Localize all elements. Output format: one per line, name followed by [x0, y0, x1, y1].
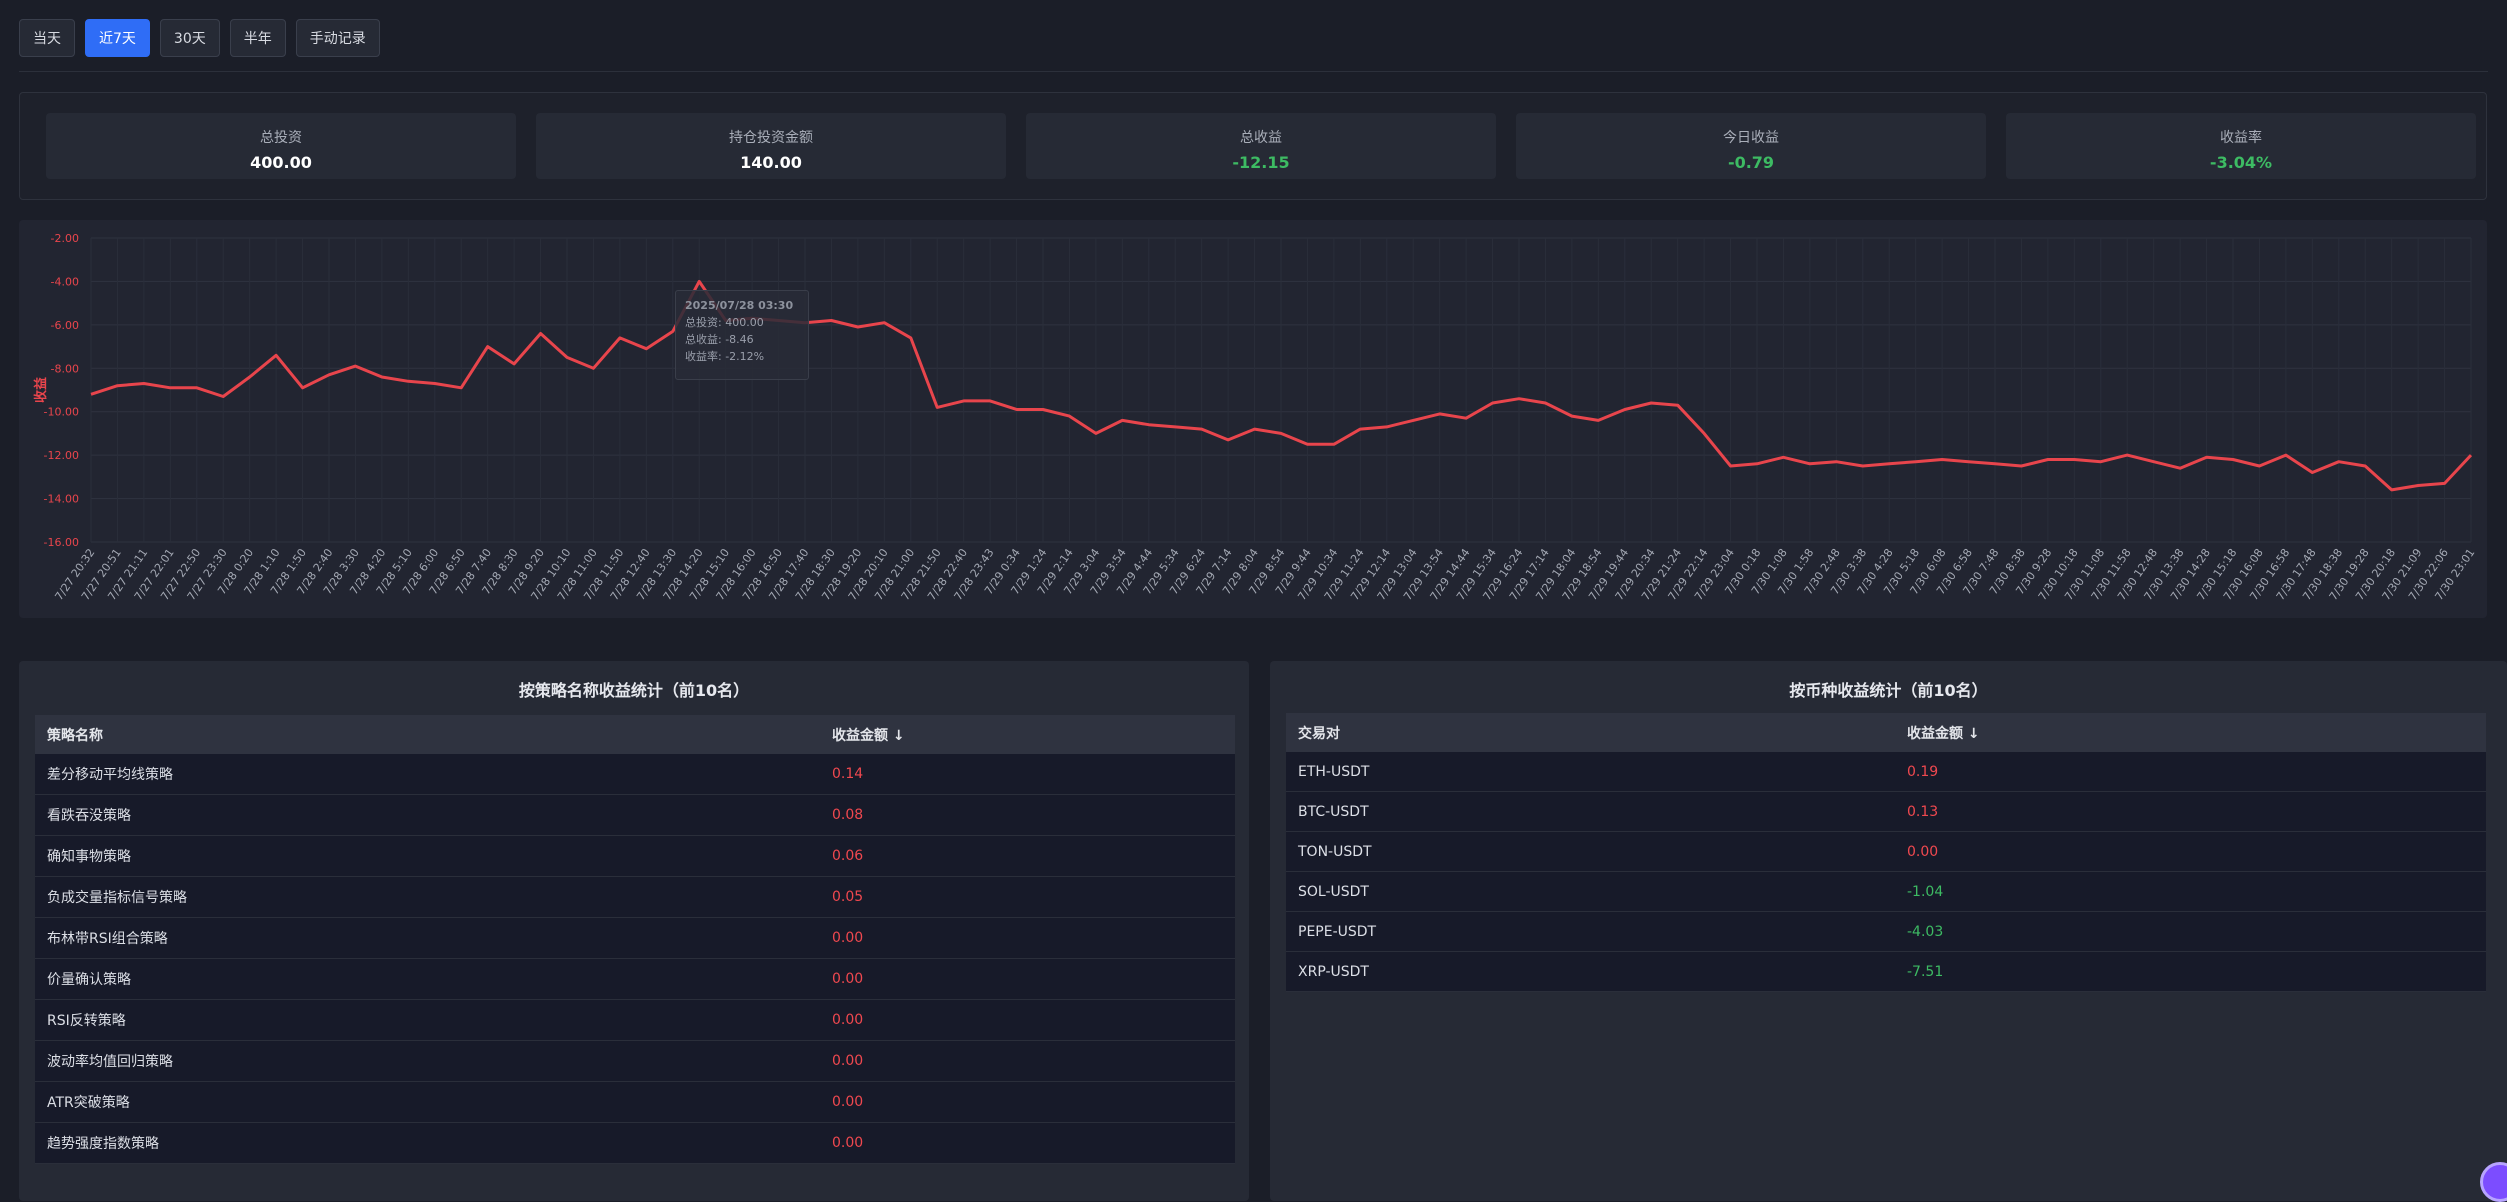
- column-header-pair[interactable]: 交易对: [1286, 723, 1895, 743]
- row-name: PEPE-USDT: [1298, 923, 1377, 940]
- tooltip-rate: 收益率: -2.12%: [685, 350, 765, 363]
- row-value: -1.04: [1907, 883, 1944, 900]
- profit-line-chart[interactable]: -2.00 -4.00 -6.00 -8.00 -10.00 -12.00 -14.00 -1…: [19, 220, 2487, 618]
- table-row[interactable]: SOL-USDT -1.04: [1286, 872, 2486, 912]
- row-value: 0.14: [832, 766, 864, 782]
- row-value: -7.51: [1907, 963, 1944, 980]
- chart-tooltip: 2025/07/28 03:30 总投资: 400.00 总收益: -8.46 …: [675, 290, 809, 380]
- table-row[interactable]: ETH-USDT 0.19: [1286, 752, 2486, 792]
- y-tick-label: -12.00: [44, 449, 79, 462]
- row-value: 0.00: [832, 1094, 864, 1110]
- table-row[interactable]: 负成交量指标信号策略 0.05: [35, 877, 1235, 918]
- table-row[interactable]: 波动率均值回归策略 0.00: [35, 1041, 1235, 1082]
- summary-stats: 总投资 400.00 持仓投资金额 140.00 总收益 -12.15 今日收益…: [19, 92, 2487, 200]
- row-value: 0.05: [832, 889, 864, 905]
- stat-card-today-profit: 今日收益 -0.79: [1516, 113, 1986, 179]
- panel-title: 按币种收益统计（前10名）: [1789, 681, 1988, 700]
- row-value: 0.00: [832, 1012, 864, 1028]
- row-name: SOL-USDT: [1298, 883, 1369, 900]
- stat-label: 收益率: [2220, 130, 2262, 146]
- y-tick-label: -14.00: [44, 493, 79, 506]
- row-name: 负成交量指标信号策略: [47, 890, 187, 906]
- stat-card-position-amount: 持仓投资金额 140.00: [536, 113, 1006, 179]
- row-value: 0.00: [832, 930, 864, 946]
- table-row[interactable]: 布林带RSI组合策略 0.00: [35, 918, 1235, 959]
- stat-value: -12.15: [1232, 153, 1290, 172]
- table-header: 策略名称 收益金额 ↓: [35, 715, 1235, 754]
- range-button-30days[interactable]: 30天: [159, 19, 220, 57]
- stat-value: 140.00: [740, 153, 802, 172]
- panel-title: 按策略名称收益统计（前10名）: [518, 681, 750, 700]
- strategy-profit-panel: 按策略名称收益统计（前10名） 策略名称 收益金额 ↓ 差分移动平均线策略 0.1…: [19, 661, 1249, 1201]
- row-value: 0.00: [832, 1135, 864, 1151]
- row-name: XRP-USDT: [1298, 963, 1369, 980]
- stat-value: -3.04%: [2209, 153, 2273, 172]
- range-button-7days[interactable]: 近7天: [85, 19, 150, 57]
- row-name: ATR突破策略: [47, 1095, 130, 1111]
- column-header-strategy[interactable]: 策略名称: [35, 725, 820, 745]
- row-name: TON-USDT: [1298, 843, 1372, 860]
- tooltip-investment: 总投资: 400.00: [685, 316, 764, 329]
- row-name: RSI反转策略: [47, 1013, 126, 1029]
- y-tick-label: -10.00: [44, 406, 79, 419]
- row-name: 价量确认策略: [47, 972, 131, 988]
- table-row[interactable]: 看跌吞没策略 0.08: [35, 795, 1235, 836]
- y-tick-label: -4.00: [51, 275, 79, 288]
- row-value: 0.06: [832, 848, 864, 864]
- row-name: BTC-USDT: [1298, 803, 1369, 820]
- row-name: 趋势强度指数策略: [47, 1136, 159, 1152]
- range-button-halfyear[interactable]: 半年: [229, 19, 286, 57]
- manual-record-button[interactable]: 手动记录: [295, 19, 380, 57]
- row-value: 0.00: [832, 971, 864, 987]
- table-row[interactable]: BTC-USDT 0.13: [1286, 792, 2486, 832]
- stat-label: 总收益: [1240, 130, 1282, 146]
- row-value: 0.19: [1907, 763, 1939, 780]
- table-row[interactable]: ATR突破策略 0.00: [35, 1082, 1235, 1123]
- stat-card-total-profit: 总收益 -12.15: [1026, 113, 1496, 179]
- row-value: -4.03: [1907, 923, 1944, 940]
- row-name: 看跌吞没策略: [47, 808, 131, 824]
- column-header-profit[interactable]: 收益金额 ↓: [820, 725, 905, 745]
- divider: [19, 71, 2488, 72]
- table-row[interactable]: PEPE-USDT -4.03: [1286, 912, 2486, 952]
- row-name: 差分移动平均线策略: [47, 767, 173, 783]
- tooltip-profit: 总收益: -8.46: [685, 333, 754, 346]
- y-tick-label: -16.00: [44, 536, 79, 549]
- tooltip-title: 2025/07/28 03:30: [685, 299, 794, 312]
- y-tick-label: -2.00: [51, 232, 79, 245]
- stat-value: -0.79: [1727, 153, 1775, 172]
- row-name: 布林带RSI组合策略: [47, 931, 168, 947]
- y-tick-label: -6.00: [51, 319, 79, 332]
- table-row[interactable]: XRP-USDT -7.51: [1286, 952, 2486, 992]
- row-name: 波动率均值回归策略: [47, 1054, 173, 1070]
- y-axis-label: 收益: [33, 377, 49, 403]
- stat-card-total-investment: 总投资 400.00: [46, 113, 516, 179]
- row-value: 0.00: [1907, 843, 1939, 860]
- pair-table: 交易对 收益金额 ↓ ETH-USDT 0.19 BTC-USDT 0.13 TON-U…: [1286, 713, 2486, 992]
- table-row[interactable]: 价量确认策略 0.00: [35, 959, 1235, 1000]
- table-header: 交易对 收益金额 ↓: [1286, 713, 2486, 752]
- row-value: 0.13: [1907, 803, 1939, 820]
- strategy-table: 策略名称 收益金额 ↓ 差分移动平均线策略 0.14 看跌吞没策略 0.08 确知事物策…: [35, 715, 1235, 1164]
- stat-value: 400.00: [250, 153, 312, 172]
- stat-card-return-rate: 收益率 -3.04%: [2006, 113, 2476, 179]
- table-row[interactable]: 确知事物策略 0.06: [35, 836, 1235, 877]
- stat-label: 持仓投资金额: [729, 130, 813, 146]
- row-name: ETH-USDT: [1298, 763, 1370, 780]
- chart-canvas[interactable]: -2.00 -4.00 -6.00 -8.00 -10.00 -12.00 -14.00 -1…: [19, 220, 2487, 618]
- stat-label: 今日收益: [1723, 130, 1779, 146]
- column-header-profit[interactable]: 收益金额 ↓: [1895, 723, 1980, 743]
- y-tick-label: -8.00: [51, 362, 79, 375]
- table-row[interactable]: 差分移动平均线策略 0.14: [35, 754, 1235, 795]
- row-name: 确知事物策略: [47, 849, 131, 865]
- range-toolbar: 当天 近7天 30天 半年 手动记录: [19, 19, 380, 57]
- table-row[interactable]: RSI反转策略 0.00: [35, 1000, 1235, 1041]
- pair-profit-panel: 按币种收益统计（前10名） 交易对 收益金额 ↓ ETH-USDT 0.19 BTC…: [1270, 661, 2507, 1201]
- range-button-today[interactable]: 当天: [19, 19, 75, 57]
- table-row[interactable]: 趋势强度指数策略 0.00: [35, 1123, 1235, 1164]
- row-value: 0.08: [832, 807, 864, 823]
- row-value: 0.00: [832, 1053, 864, 1069]
- stat-label: 总投资: [260, 130, 302, 146]
- table-row[interactable]: TON-USDT 0.00: [1286, 832, 2486, 872]
